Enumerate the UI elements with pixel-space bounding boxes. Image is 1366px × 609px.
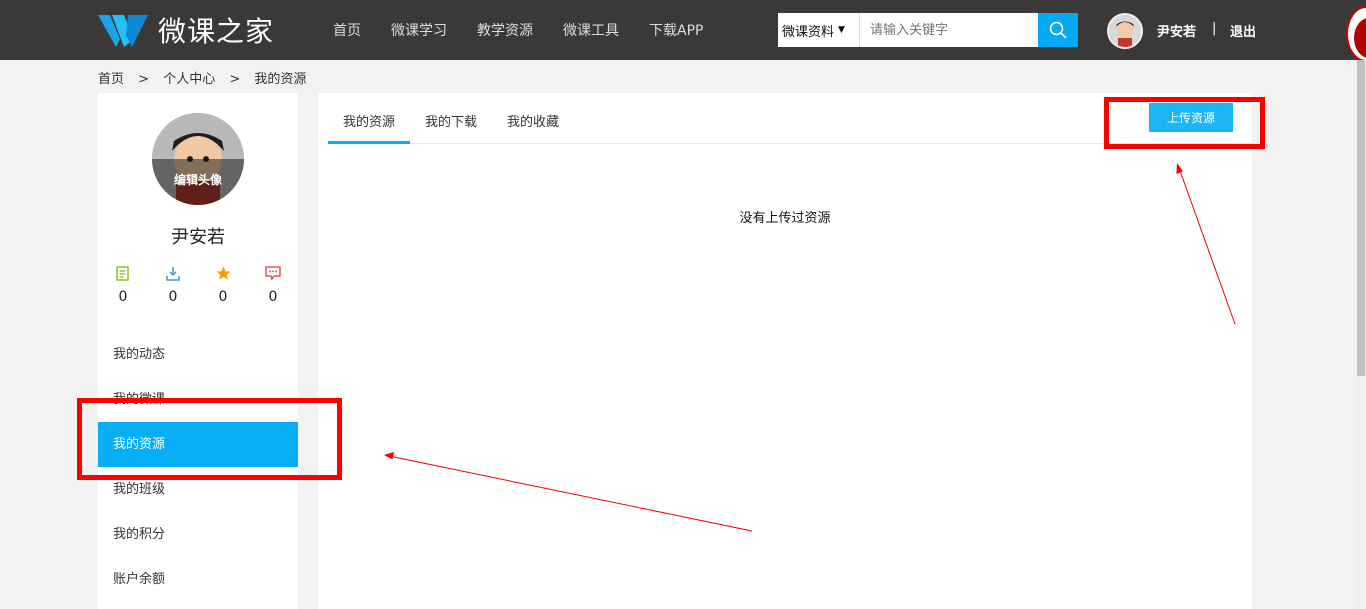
profile-stats: 0 0 0 0 [98,265,298,305]
stat-messages[interactable]: 0 [248,265,298,305]
scrollbar-thumb[interactable] [1357,60,1365,376]
search-category-select[interactable]: 微课资料 ▼ [778,13,860,47]
edit-avatar-label[interactable]: 编辑头像 [152,159,244,205]
tab-my-favorites[interactable]: 我的收藏 [492,103,574,144]
stat-documents[interactable]: 0 [98,265,148,305]
stat-downloads[interactable]: 0 [148,265,198,305]
logout-link[interactable]: 退出 [1230,21,1256,40]
message-icon [265,266,281,280]
nav-micro-learning[interactable]: 微课学习 [391,20,447,40]
main-nav: 首页 微课学习 教学资源 微课工具 下载APP [333,0,733,60]
logo-mark-icon [98,15,148,47]
dropdown-arrow-icon: ▼ [838,25,845,35]
breadcrumb-personal-center[interactable]: 个人中心 [163,72,215,87]
breadcrumb-separator: > [138,72,150,87]
nav-teaching-resources[interactable]: 教学资源 [477,20,533,40]
search-input[interactable] [860,13,1038,47]
main-panel: 我的资源 我的下载 我的收藏 上传资源 没有上传过资源 [318,93,1252,609]
logo-text: 微课之家 [158,15,275,48]
nav-download-app[interactable]: 下载APP [649,20,703,40]
nav-home[interactable]: 首页 [333,20,361,40]
profile-name: 尹安若 [171,227,225,248]
page-scrollbar[interactable] [1356,60,1366,609]
breadcrumb-home[interactable]: 首页 [98,72,124,87]
stat-favorites-value: 0 [218,289,228,305]
stat-downloads-value: 0 [168,289,178,305]
sidebar-item-points[interactable]: 我的积分 [98,512,298,557]
stat-documents-value: 0 [118,289,128,305]
annotation-box-sidebar [77,398,342,480]
annotation-box-upload [1104,97,1265,149]
breadcrumb-current: 我的资源 [254,72,307,87]
breadcrumb-separator: > [229,72,241,87]
top-header: 微课之家 首页 微课学习 教学资源 微课工具 下载APP 微课资料 ▼ 尹安若 … [0,0,1366,62]
empty-state-message: 没有上传过资源 [739,211,831,226]
tab-my-resources[interactable]: 我的资源 [328,103,411,144]
header-avatar[interactable] [1107,13,1143,49]
search-icon [1049,21,1067,39]
profile-sidebar: 编辑头像 尹安若 0 0 0 0 我的动态 我的微课 我的资源 我的班级 我的积… [98,93,298,609]
header-user-name[interactable]: 尹安若 [1157,21,1196,40]
stat-favorites[interactable]: 0 [198,265,248,305]
nav-micro-tools[interactable]: 微课工具 [563,20,619,40]
search-category-label: 微课资料 [782,24,835,40]
search-bar: 微课资料 ▼ [778,13,1078,47]
site-logo[interactable]: 微课之家 [98,10,274,50]
profile-avatar[interactable]: 编辑头像 [152,113,244,205]
sidebar-item-balance[interactable]: 账户余额 [98,557,298,602]
stat-messages-value: 0 [268,289,278,305]
breadcrumb: 首页 > 个人中心 > 我的资源 [98,68,316,87]
search-button[interactable] [1038,13,1078,47]
document-icon [116,265,129,281]
sidebar-item-activity[interactable]: 我的动态 [98,332,298,377]
star-icon [216,266,230,280]
tab-my-downloads[interactable]: 我的下载 [410,103,492,144]
download-icon [166,266,180,281]
header-separator: | [1212,21,1217,36]
avatar-cartoon-icon [1109,15,1141,47]
corner-badge-icon [1346,6,1366,62]
